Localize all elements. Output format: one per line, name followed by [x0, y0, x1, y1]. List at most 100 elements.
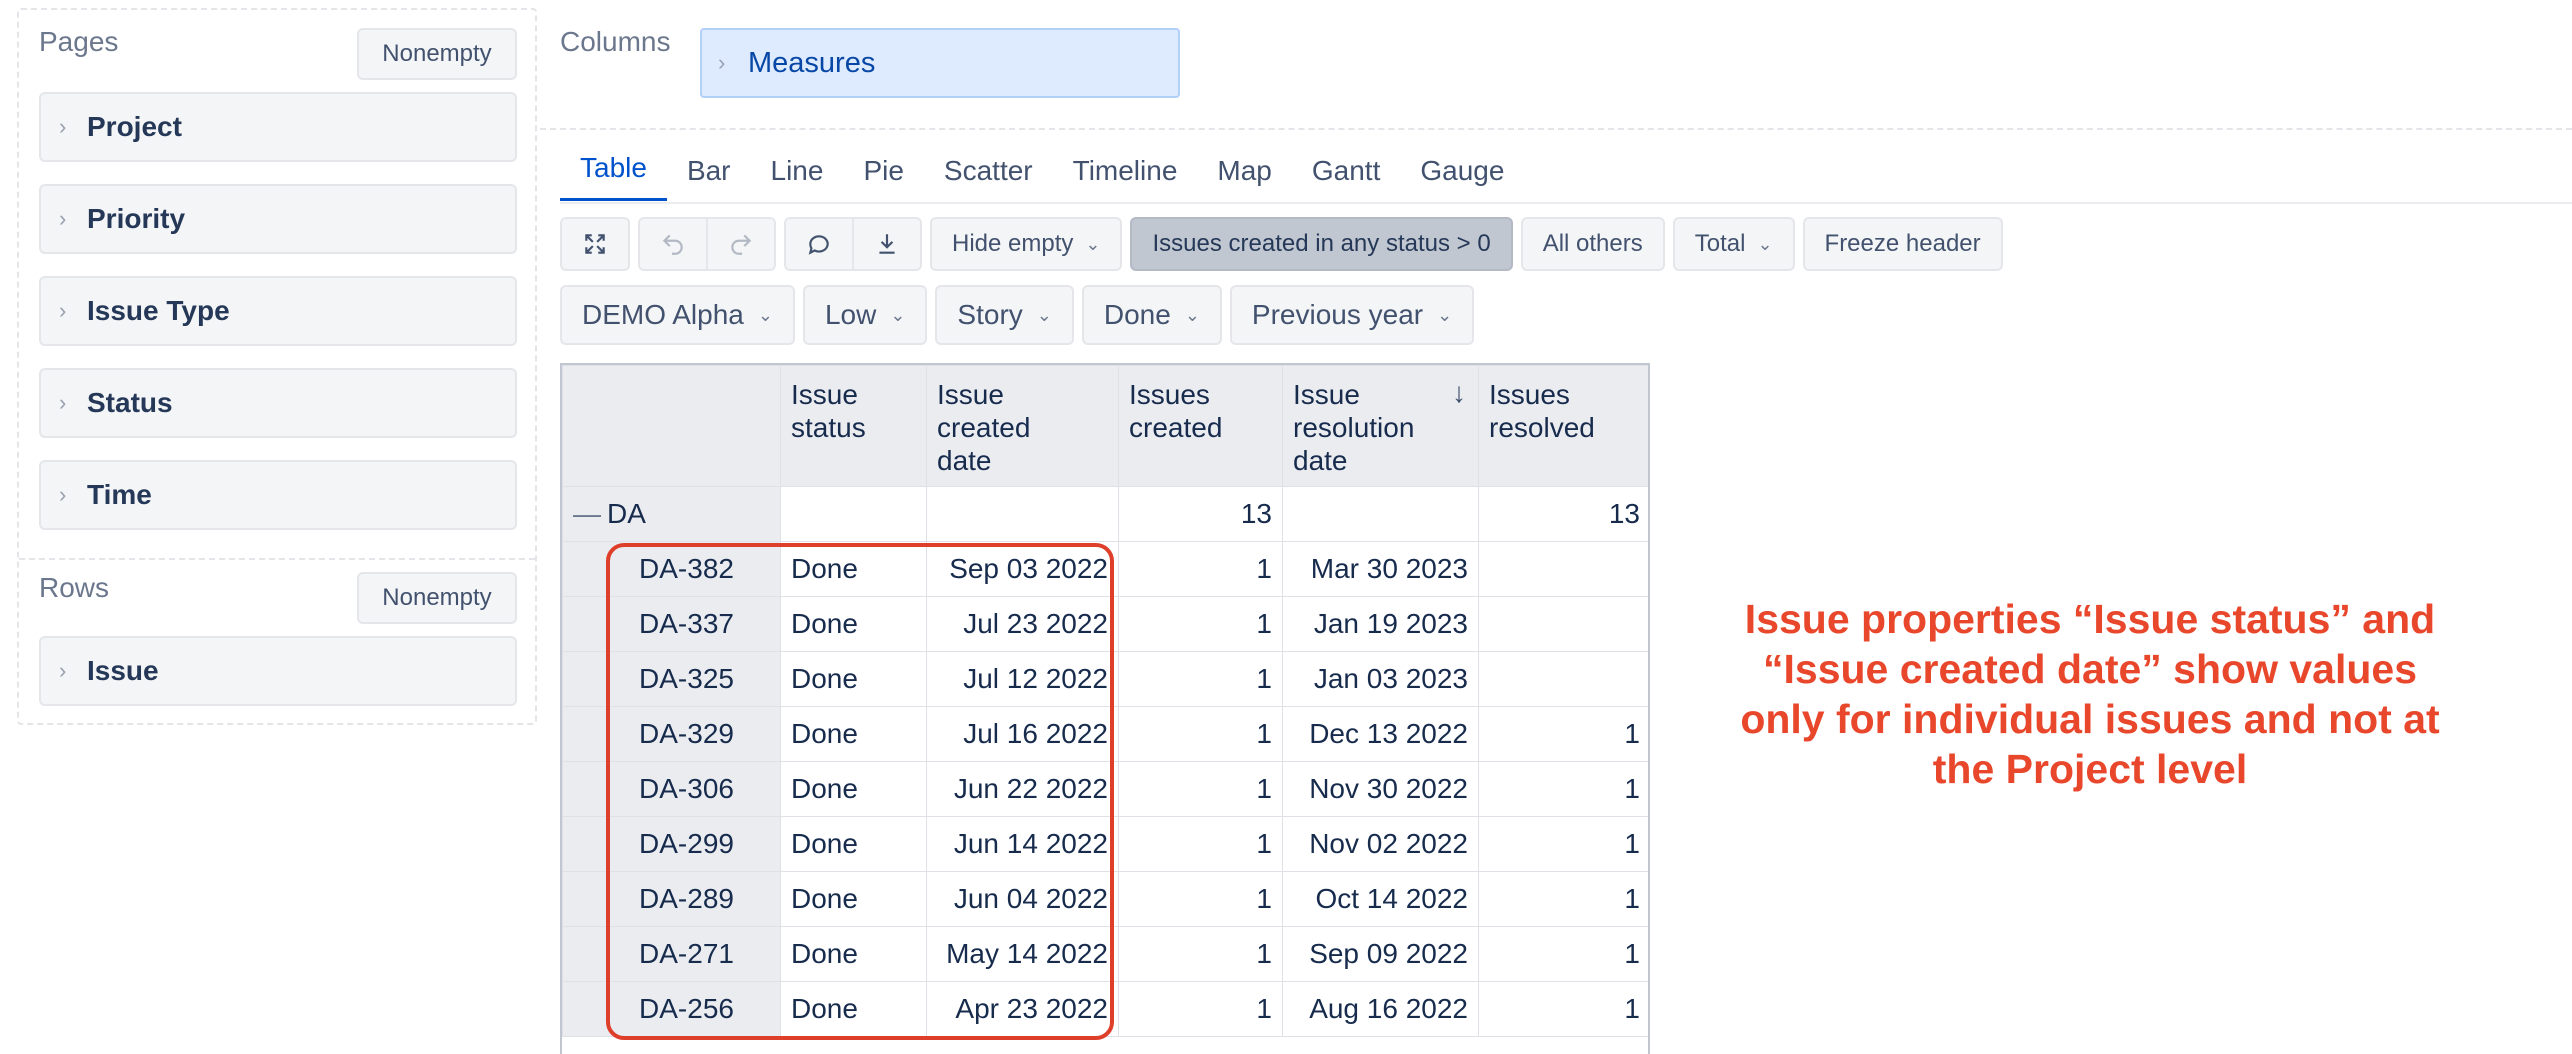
page-item-issue-type[interactable]: › Issue Type	[39, 276, 517, 346]
chevron-down-icon: ⌄	[1757, 233, 1773, 254]
filter-project[interactable]: DEMO Alpha ⌄	[560, 285, 795, 345]
page-item-label: Project	[87, 111, 182, 142]
column-header-issues-created[interactable]: Issues created	[1118, 365, 1283, 487]
table-cell: Nov 02 2022	[1282, 816, 1479, 872]
page-item-time[interactable]: › Time	[39, 460, 517, 530]
row-item-label: Issue	[87, 655, 159, 686]
table-cell: Done	[780, 706, 927, 762]
table-cell: 1	[1118, 596, 1283, 652]
filter-issue-type[interactable]: Story ⌄	[935, 285, 1074, 345]
issue-row-header[interactable]: DA-337	[562, 596, 781, 652]
report-table: Issue status Issue created date Issues c…	[560, 363, 1650, 1054]
redo-icon[interactable]	[706, 219, 774, 269]
page-item-status[interactable]: › Status	[39, 368, 517, 438]
expand-icon[interactable]	[562, 219, 628, 269]
freeze-header-button[interactable]: Freeze header	[1802, 217, 2003, 271]
tab-scatter[interactable]: Scatter	[924, 155, 1053, 201]
tab-pie[interactable]: Pie	[843, 155, 923, 201]
table-cell: 1	[1478, 761, 1648, 817]
collapse-icon[interactable]: —	[573, 498, 601, 529]
tab-bar[interactable]: Bar	[667, 155, 751, 201]
row-item-issue[interactable]: › Issue	[39, 636, 517, 706]
hide-empty-label: Hide empty	[952, 230, 1074, 257]
table-cell: Dec 13 2022	[1282, 706, 1479, 762]
total-label: Total	[1694, 230, 1746, 257]
table-cell: May 14 2022	[926, 926, 1119, 982]
table-cell: Done	[780, 761, 927, 817]
table-cell: Done	[780, 871, 927, 927]
table-cell: 1	[1118, 761, 1283, 817]
hide-empty-dropdown[interactable]: Hide empty ⌄	[930, 217, 1123, 271]
table-row: DA-337 Done Jul 23 2022 1 Jan 19 2023	[562, 596, 1648, 652]
all-others-button[interactable]: All others	[1520, 217, 1665, 271]
tab-table[interactable]: Table	[560, 152, 667, 201]
table-cell: Mar 30 2023	[1282, 541, 1479, 597]
chevron-right-icon: ›	[718, 50, 726, 75]
total-dropdown[interactable]: Total ⌄	[1672, 217, 1795, 271]
comment-icon[interactable]	[786, 219, 852, 269]
page-item-label: Priority	[87, 203, 186, 234]
filter-label: DEMO Alpha	[582, 299, 744, 330]
issue-row-header[interactable]: DA-271	[562, 926, 781, 982]
table-cell: Jun 04 2022	[926, 871, 1119, 927]
chevron-right-icon: ›	[59, 206, 67, 231]
column-header-issue-resolution-date[interactable]: Issue resolution date ↓	[1282, 365, 1479, 487]
chevron-down-icon: ⌄	[890, 304, 906, 325]
table-cell: Jun 22 2022	[926, 761, 1119, 817]
column-header-issue-created-date[interactable]: Issue created date	[926, 365, 1119, 487]
column-header-label: Issue created date	[937, 379, 1031, 476]
page-item-label: Issue Type	[87, 295, 230, 326]
download-icon[interactable]	[852, 219, 920, 269]
table-cell: 13	[1478, 486, 1648, 542]
sort-descending-icon[interactable]: ↓	[1452, 376, 1466, 409]
table-cell: Sep 03 2022	[926, 541, 1119, 597]
pages-nonempty-button[interactable]: Nonempty	[357, 28, 517, 80]
page-item-priority[interactable]: › Priority	[39, 184, 517, 254]
table-cell: 1	[1118, 816, 1283, 872]
issue-row-header[interactable]: DA-256	[562, 981, 781, 1037]
rows-nonempty-button[interactable]: Nonempty	[357, 572, 517, 624]
chevron-right-icon: ›	[59, 658, 67, 683]
issue-row-header[interactable]: DA-306	[562, 761, 781, 817]
table-cell: 1	[1118, 651, 1283, 707]
tab-line[interactable]: Line	[751, 155, 844, 201]
filter-condition-button[interactable]: Issues created in any status > 0	[1130, 217, 1513, 271]
column-header-issues-resolved[interactable]: Issues resolved	[1478, 365, 1648, 487]
table-cell: 1	[1118, 871, 1283, 927]
tab-timeline[interactable]: Timeline	[1053, 155, 1198, 201]
filter-time[interactable]: Previous year ⌄	[1229, 285, 1475, 345]
tab-map[interactable]: Map	[1197, 155, 1291, 201]
column-header-label: Issue resolution date	[1293, 379, 1415, 476]
table-cell: Jun 14 2022	[926, 816, 1119, 872]
table-cell: 1	[1478, 926, 1648, 982]
filter-status[interactable]: Done ⌄	[1081, 285, 1222, 345]
issue-row-header[interactable]: DA-325	[562, 651, 781, 707]
tab-gauge[interactable]: Gauge	[1400, 155, 1524, 201]
chevron-right-icon: ›	[59, 390, 67, 415]
measures-label: Measures	[748, 46, 876, 79]
table-cell: 1	[1118, 706, 1283, 762]
table-cell: Apr 23 2022	[926, 981, 1119, 1037]
column-header-issue-status[interactable]: Issue status	[780, 365, 927, 487]
chevron-right-icon: ›	[59, 482, 67, 507]
columns-divider	[540, 128, 2572, 130]
tab-gantt[interactable]: Gantt	[1292, 155, 1400, 201]
view-tabs: Table Bar Line Pie Scatter Timeline Map …	[560, 152, 1524, 201]
table-cell	[1478, 651, 1648, 707]
table-cell	[926, 486, 1119, 542]
issue-row-header[interactable]: DA-299	[562, 816, 781, 872]
group-row: — DA 13 13	[562, 486, 1648, 542]
undo-icon[interactable]	[640, 219, 706, 269]
measures-chip[interactable]: › Measures	[700, 28, 1180, 98]
actions-group	[784, 217, 922, 271]
table-cell: 1	[1478, 981, 1648, 1037]
table-cell: Jan 19 2023	[1282, 596, 1479, 652]
group-row-header[interactable]: — DA	[562, 486, 781, 542]
page-item-project[interactable]: › Project	[39, 92, 517, 162]
page-filters: DEMO Alpha ⌄ Low ⌄ Story ⌄ Done ⌄ Previo…	[560, 285, 1475, 345]
issue-row-header[interactable]: DA-382	[562, 541, 781, 597]
filter-priority[interactable]: Low ⌄	[802, 285, 928, 345]
filter-label: Low	[824, 299, 877, 330]
issue-row-header[interactable]: DA-329	[562, 706, 781, 762]
issue-row-header[interactable]: DA-289	[562, 871, 781, 927]
